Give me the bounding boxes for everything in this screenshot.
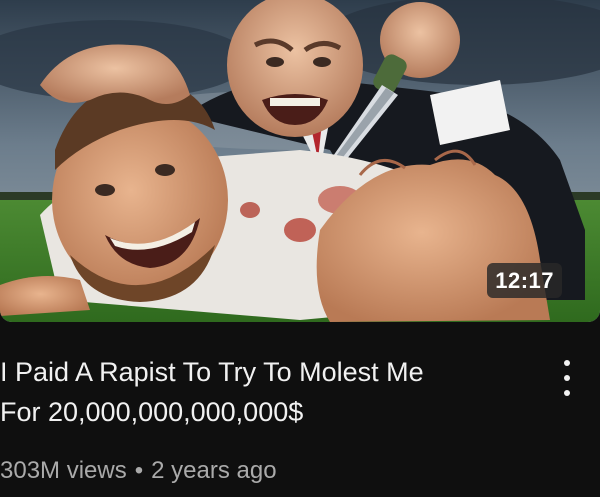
video-title-line-2[interactable]: For 20,000,000,000,000$ (0, 392, 530, 432)
video-card[interactable]: 12:17 I Paid A Rapist To Try To Molest M… (0, 0, 600, 497)
video-thumbnail[interactable]: 12:17 (0, 0, 600, 322)
video-metadata: 303M views • 2 years ago (0, 457, 277, 485)
menu-dot (564, 390, 570, 396)
video-title[interactable]: I Paid A Rapist To Try To Molest Me For … (0, 352, 530, 432)
duration-badge: 12:17 (487, 263, 562, 298)
video-title-line-1[interactable]: I Paid A Rapist To Try To Molest Me (0, 352, 530, 392)
menu-dot (564, 375, 570, 381)
meta-separator: • (134, 457, 144, 484)
upload-age: 2 years ago (151, 457, 277, 484)
view-count: 303M views (0, 457, 127, 484)
more-vertical-icon[interactable] (555, 360, 579, 396)
menu-dot (564, 360, 570, 366)
